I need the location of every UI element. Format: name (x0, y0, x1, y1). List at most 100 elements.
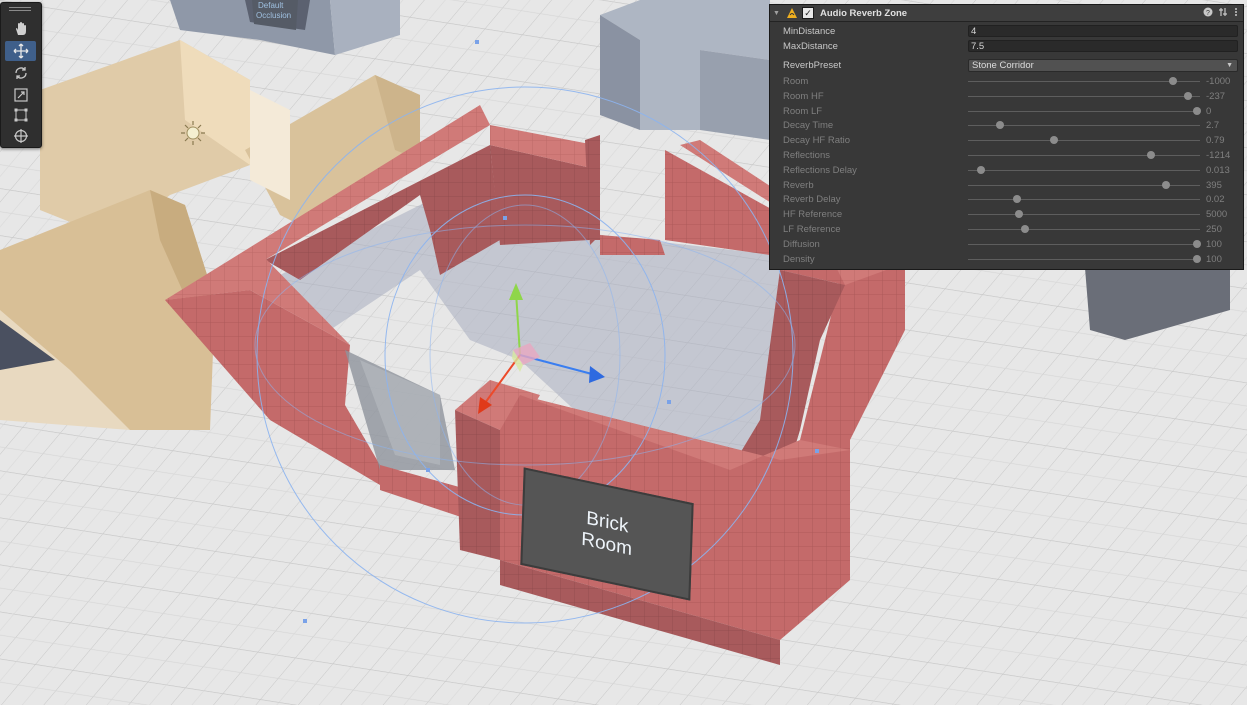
slider-label: Reverb (783, 179, 814, 191)
slider-value-field[interactable]: 100 (1206, 238, 1222, 251)
slider-value-field[interactable]: 100 (1206, 253, 1222, 266)
slider-label: Decay HF Ratio (783, 135, 851, 147)
component-header[interactable]: ▼ ✓ Audio Reverb Zone ? (770, 5, 1243, 22)
slider-row: Room -1000 (770, 75, 1243, 88)
slider-row: Reverb Delay 0.02 (770, 193, 1243, 206)
slider-track[interactable] (968, 258, 1200, 260)
slider[interactable] (968, 119, 1200, 132)
slider[interactable] (968, 223, 1200, 236)
presets-icon[interactable] (1218, 7, 1228, 17)
slider-knob[interactable] (1192, 254, 1201, 263)
slider[interactable] (968, 134, 1200, 147)
slider-value-field[interactable]: 250 (1206, 223, 1222, 236)
slider-value-field[interactable]: 0.013 (1206, 164, 1230, 177)
slider-value-field[interactable]: -237 (1206, 90, 1225, 103)
slider-label: HF Reference (783, 209, 843, 221)
slider-label: Decay Time (783, 120, 834, 132)
move-icon (13, 43, 28, 59)
foldout-arrow-icon[interactable]: ▼ (773, 10, 785, 17)
slider-track[interactable] (968, 243, 1200, 245)
slider[interactable] (968, 253, 1201, 266)
svg-text:?: ? (1206, 10, 1210, 17)
slider[interactable] (968, 179, 1200, 192)
slider-row: LF Reference 250 (770, 223, 1243, 236)
max-distance-label: MaxDistance (783, 41, 838, 52)
reverb-preset-label: ReverbPreset (783, 60, 842, 71)
slider-knob[interactable] (1020, 225, 1029, 233)
slider-knob[interactable] (996, 121, 1005, 130)
scale-icon (13, 88, 28, 102)
component-title: Audio Reverb Zone (820, 7, 908, 19)
min-distance-field[interactable]: 4 (968, 25, 1238, 37)
more-options-icon[interactable] (1233, 7, 1239, 17)
slider-track[interactable] (968, 95, 1200, 97)
chevron-down-icon: ▼ (1226, 62, 1233, 69)
slider-knob[interactable] (1162, 180, 1171, 189)
slider-knob[interactable] (1049, 136, 1058, 145)
slider-label: Room (783, 76, 809, 87)
slider-label: Room HF (783, 90, 824, 102)
slider-row: Room LF 0 (770, 105, 1243, 118)
slider-track[interactable] (968, 199, 1200, 201)
slider-track[interactable] (968, 140, 1200, 142)
slider-value-field[interactable]: -1000 (1206, 75, 1230, 88)
slider[interactable] (968, 193, 1200, 206)
component-enabled-checkbox[interactable]: ✓ (802, 7, 814, 19)
slider[interactable] (968, 164, 1200, 177)
slider-knob[interactable] (1147, 151, 1156, 159)
overlay-grip[interactable] (9, 7, 31, 13)
slider-row: Decay HF Ratio 0.79 (770, 134, 1243, 147)
slider-track[interactable] (968, 110, 1200, 112)
slider-row: Reverb 395 (770, 179, 1243, 192)
scale-tool-button[interactable] (5, 85, 36, 105)
rotate-tool-button[interactable] (5, 63, 36, 83)
transform-icon (13, 129, 28, 143)
reverb-preset-row: ReverbPreset Stone Corridor ▼ (770, 59, 1243, 72)
far-sign-line2: Occlusion (256, 11, 291, 20)
slider-knob[interactable] (1192, 106, 1201, 115)
max-distance-field[interactable]: 7.5 (968, 40, 1238, 52)
rect-tool-button[interactable] (5, 105, 36, 125)
slider-knob[interactable] (1169, 77, 1178, 85)
slider[interactable] (968, 75, 1200, 88)
rotate-icon (14, 67, 27, 79)
slider-value-field[interactable]: 395 (1206, 179, 1222, 192)
slider-row: HF Reference 5000 (770, 208, 1243, 221)
slider[interactable] (968, 208, 1200, 221)
slider-track[interactable] (968, 229, 1200, 230)
slider-label: Reflections (783, 150, 830, 161)
slider-label: Room LF (783, 105, 823, 117)
min-distance-row: MinDistance 4 (770, 25, 1243, 38)
rect-transform-icon (14, 108, 27, 122)
slider-value-field[interactable]: 5000 (1206, 208, 1227, 221)
slider[interactable] (968, 105, 1201, 118)
slider-track[interactable] (968, 81, 1200, 82)
hand-tool-button[interactable] (5, 19, 36, 39)
slider[interactable] (968, 90, 1200, 103)
transform-tool-button[interactable] (5, 126, 36, 146)
slider-value-field[interactable]: 0.79 (1206, 134, 1225, 147)
slider-value-field[interactable]: -1214 (1206, 149, 1230, 162)
far-sign-line1: Default (258, 1, 284, 10)
tools-overlay[interactable] (0, 2, 42, 148)
move-tool-button[interactable] (5, 41, 36, 61)
slider[interactable] (968, 238, 1201, 251)
min-distance-label: MinDistance (783, 26, 836, 37)
slider-value-field[interactable]: 0.02 (1206, 193, 1225, 206)
slider-knob[interactable] (976, 165, 985, 174)
reverb-preset-dropdown[interactable]: Stone Corridor ▼ (968, 59, 1238, 72)
slider-label: LF Reference (783, 224, 841, 235)
slider-track[interactable] (968, 214, 1200, 216)
slider-knob[interactable] (1192, 239, 1201, 248)
slider-value-field[interactable]: 0 (1206, 105, 1211, 118)
slider-track[interactable] (968, 169, 1200, 171)
slider[interactable] (968, 149, 1200, 162)
slider-knob[interactable] (1015, 210, 1024, 219)
audio-reverb-zone-inspector: ▼ ✓ Audio Reverb Zone ? MinDistance 4 Ma… (769, 4, 1244, 270)
slider-value-field[interactable]: 2.7 (1206, 119, 1219, 132)
slider-track[interactable] (968, 155, 1200, 156)
help-icon[interactable]: ? (1203, 7, 1213, 17)
slider-knob[interactable] (1012, 195, 1021, 204)
slider-row: Reflections -1214 (770, 149, 1243, 162)
slider-knob[interactable] (1184, 91, 1193, 100)
